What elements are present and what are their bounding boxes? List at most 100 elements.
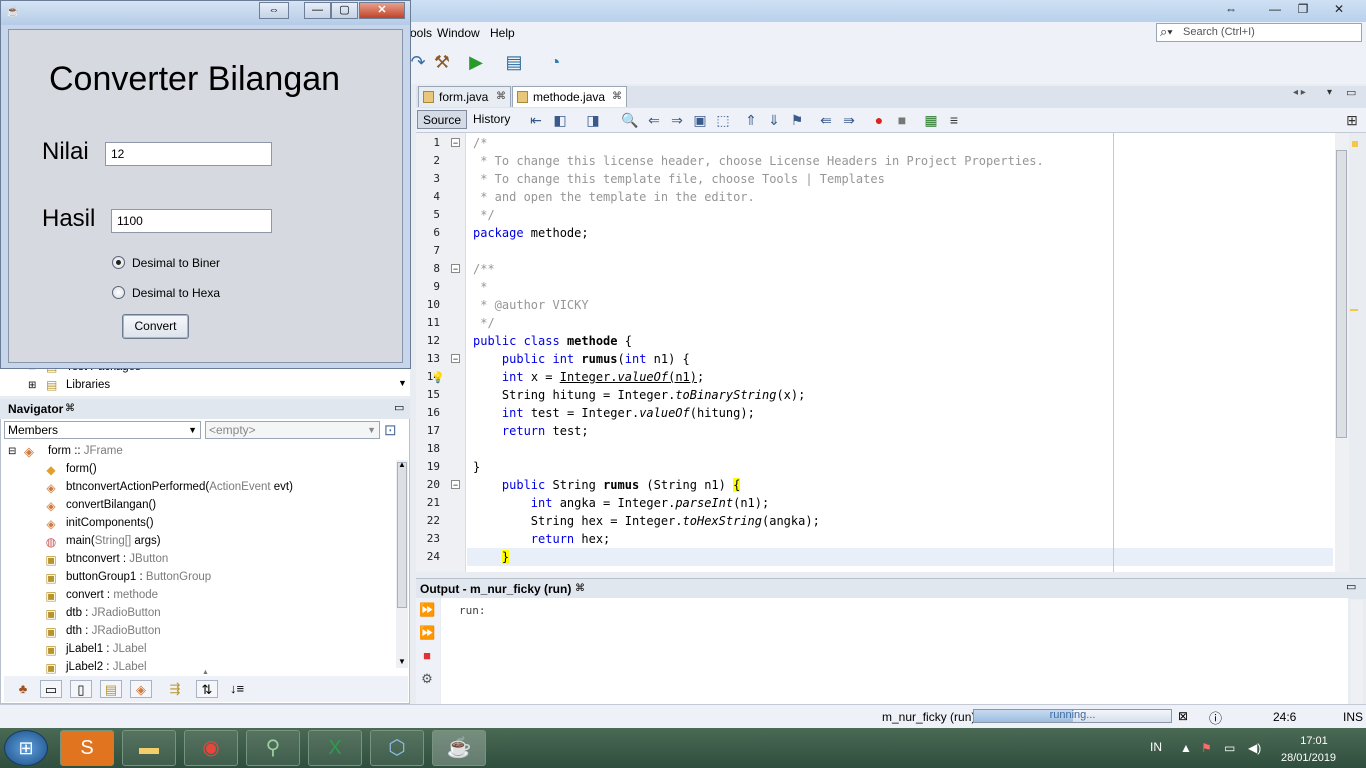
warning-marker[interactable] [1352, 141, 1358, 147]
navigator-member[interactable]: btnconvert : JButton [66, 553, 168, 565]
navigator-member[interactable]: dtb : JRadioButton [66, 607, 161, 619]
hasil-input[interactable]: 1100 [111, 209, 272, 233]
radio-desimal-biner-label[interactable]: Desimal to Biner [132, 256, 220, 270]
converter-minimize-button[interactable]: — [304, 2, 331, 19]
source-button[interactable]: Source [417, 110, 468, 129]
navigator-root[interactable]: form :: JFrame [48, 445, 123, 457]
navigator-member[interactable]: btnconvertActionPerformed(ActionEvent ev… [66, 481, 293, 493]
filter-nonpublic-icon[interactable]: ▤ [100, 680, 122, 698]
menu-tools[interactable]: ools [410, 26, 432, 40]
menu-window[interactable]: Window [437, 26, 480, 40]
tab-form-java[interactable]: form.java ⌘ [418, 86, 511, 107]
close-output-icon[interactable]: ⌘ [575, 583, 585, 594]
sort-name-icon[interactable]: ⇅ [196, 680, 218, 698]
scroll-up-icon[interactable]: ▲ [398, 460, 406, 469]
filter-fields-icon[interactable]: ▭ [40, 680, 62, 698]
debug-icon[interactable]: ▤ [502, 50, 526, 74]
clock-date[interactable]: 28/01/2019 [1281, 752, 1336, 764]
stop-icon[interactable]: ■ [419, 648, 435, 664]
cancel-progress-icon[interactable]: ⊠ [1178, 709, 1188, 723]
history-button[interactable]: History [468, 110, 515, 129]
fold-icon[interactable]: − [451, 354, 460, 364]
nilai-input[interactable]: 12 [105, 142, 272, 166]
hint-bulb-icon[interactable]: 💡 [431, 371, 445, 384]
close-tab-icon[interactable]: ⌘ [496, 87, 506, 107]
build-icon[interactable]: ⚒ [430, 50, 454, 74]
previous-bookmark-icon[interactable]: ⇑ [742, 111, 760, 129]
context-dropdown[interactable]: <empty> ▼ [205, 421, 380, 439]
profile-icon[interactable]: ◔ [543, 50, 567, 74]
navigator-options-icon[interactable]: ⊡ [384, 421, 397, 439]
uncomment-icon[interactable]: ≡ [945, 111, 963, 129]
navigator-member[interactable]: convert : methode [66, 589, 158, 601]
sublime-text-icon[interactable]: S [60, 730, 114, 766]
drag-handle-icon[interactable]: ▲ [202, 669, 209, 676]
collapse-icon[interactable]: ⊟ [8, 446, 16, 457]
action-center-icon[interactable]: ⚑ [1201, 741, 1212, 755]
radio-desimal-hexa[interactable] [112, 286, 125, 299]
fold-icon[interactable]: − [451, 138, 460, 148]
error-stripe-marker[interactable] [1350, 309, 1358, 311]
comment-icon[interactable]: ▦ [922, 111, 940, 129]
navigator-member[interactable]: main(String[] args) [66, 535, 161, 547]
rerun-icon[interactable]: ⏩ [419, 602, 435, 618]
find-selection-icon[interactable]: ▣ [691, 111, 709, 129]
expand-icon[interactable]: ⊞ [28, 380, 36, 391]
show-fqn-icon[interactable]: ⇶ [164, 680, 186, 698]
tab-scroll-icon[interactable]: ◂ ▸ [1293, 87, 1306, 98]
network-tool-icon[interactable]: ⚲ [246, 730, 300, 766]
settings-icon[interactable]: ⚙ [419, 671, 435, 687]
run-icon[interactable]: ▶ [464, 50, 488, 74]
next-bookmark-icon[interactable]: ⇓ [765, 111, 783, 129]
java-taskbar-icon[interactable]: ☕ [432, 730, 486, 766]
editor-scroll-thumb[interactable] [1336, 150, 1347, 438]
show-hidden-icons[interactable]: ▲ [1180, 741, 1192, 755]
navigator-scroll-thumb[interactable] [397, 462, 407, 608]
chrome-icon[interactable]: ◉ [184, 730, 238, 766]
restore-size-icon[interactable]: ⇔ [1218, 1, 1244, 18]
notifications-icon[interactable]: ⓘ [1209, 708, 1222, 727]
navigator-member[interactable]: dth : JRadioButton [66, 625, 161, 637]
sort-source-icon[interactable]: ↓≡ [226, 680, 248, 698]
shift-left-icon[interactable]: ⇚ [817, 111, 835, 129]
libraries-node[interactable]: Libraries [66, 379, 110, 391]
navigator-title[interactable]: Navigator [8, 402, 63, 416]
output-console[interactable] [441, 598, 1348, 704]
tab-methode-java[interactable]: methode.java ⌘ [512, 86, 627, 107]
maximize-editor-icon[interactable]: ▭ [1346, 86, 1356, 99]
navigator-member[interactable]: jLabel1 : JLabel [66, 643, 147, 655]
network-icon[interactable]: ▭ [1224, 741, 1235, 755]
navigator-member[interactable]: jLabel2 : JLabel [66, 661, 147, 673]
forward-icon[interactable]: ◨ [584, 111, 602, 129]
excel-icon[interactable]: X [308, 730, 362, 766]
start-button[interactable]: ⊞ [4, 730, 48, 766]
back-icon[interactable]: ◧ [551, 111, 569, 129]
radio-desimal-hexa-label[interactable]: Desimal to Hexa [132, 286, 220, 300]
find-next-icon[interactable]: ⇒ [668, 111, 686, 129]
volume-icon[interactable]: ◀) [1248, 741, 1261, 755]
find-icon[interactable]: 🔍 [621, 111, 639, 129]
language-indicator[interactable]: IN [1150, 740, 1162, 754]
fold-icon[interactable]: − [451, 480, 460, 490]
minimize-navigator-icon[interactable]: ▭ [394, 401, 404, 414]
maximize-button[interactable]: ❐ [1290, 1, 1316, 18]
converter-close-button[interactable]: ✕ [359, 2, 405, 19]
stop-macro-icon[interactable]: ■ [893, 111, 911, 129]
close-tab-icon[interactable]: ⌘ [612, 87, 622, 107]
menu-help[interactable]: Help [490, 26, 515, 40]
navigator-member[interactable]: convertBilangan() [66, 499, 156, 511]
scroll-down-icon[interactable]: ▼ [398, 378, 407, 388]
converter-maximize-button[interactable]: ▢ [331, 2, 358, 19]
filter-inner-icon[interactable]: ◈ [130, 680, 152, 698]
last-edit-icon[interactable]: ⇤ [527, 111, 545, 129]
clock-time[interactable]: 17:01 [1294, 735, 1334, 747]
minimize-button[interactable]: — [1262, 1, 1288, 18]
toggle-bookmark-icon[interactable]: ⚑ [788, 111, 806, 129]
minimize-output-icon[interactable]: ▭ [1346, 580, 1356, 593]
rerun-different-icon[interactable]: ⏩ [419, 625, 435, 641]
close-button[interactable]: ✕ [1326, 1, 1352, 18]
file-explorer-icon[interactable]: ▬ [122, 730, 176, 766]
navigator-member[interactable]: initComponents() [66, 517, 154, 529]
scroll-down-icon[interactable]: ▼ [398, 657, 406, 666]
find-previous-icon[interactable]: ⇐ [645, 111, 663, 129]
